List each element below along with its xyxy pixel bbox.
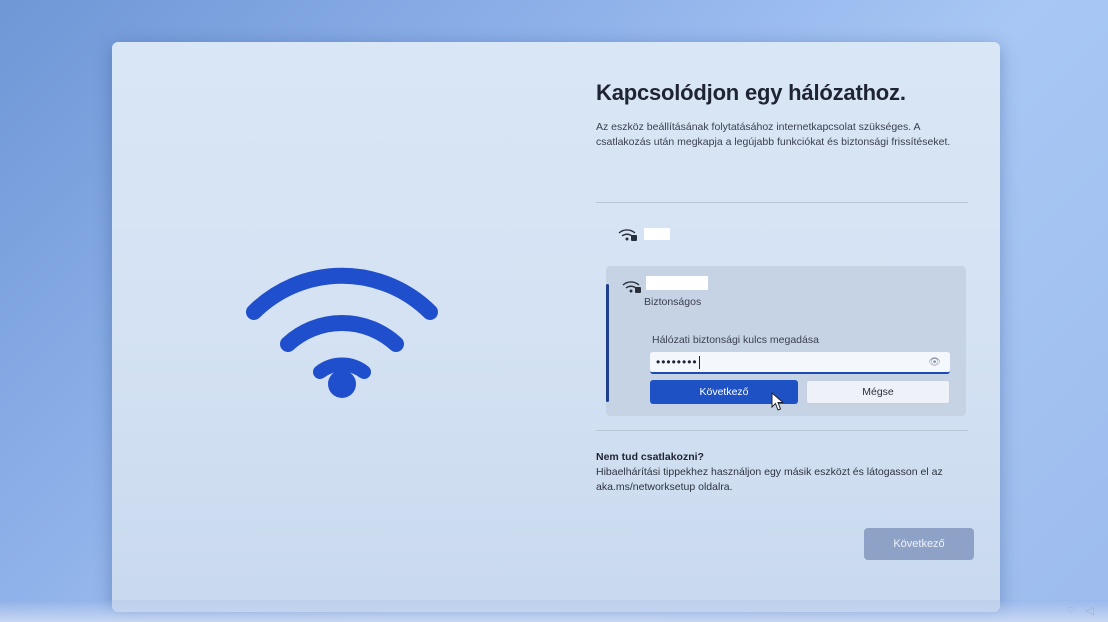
setup-panel: Kapcsolódjon egy hálózathoz. Az eszköz b…: [112, 42, 1000, 612]
system-tray: ⌔ ◁: [1065, 604, 1094, 618]
desktop-edge: [0, 600, 1108, 622]
key-label: Hálózati biztonsági kulcs megadása: [652, 334, 819, 346]
mouse-cursor-icon: [771, 392, 785, 411]
page-title: Kapcsolódjon egy hálózathoz.: [596, 80, 906, 105]
password-value: ••••••••: [656, 355, 698, 369]
reveal-password-icon[interactable]: 👁: [928, 357, 942, 368]
wifi-lock-icon: [622, 281, 641, 293]
cancel-button[interactable]: Mégse: [806, 380, 950, 404]
network-item[interactable]: [618, 226, 670, 242]
help-heading: Nem tud csatlakozni?: [596, 451, 704, 463]
network-name: [644, 228, 670, 240]
network-item-expanded[interactable]: Biztonságos Hálózati biztonsági kulcs me…: [606, 266, 966, 416]
divider: [596, 202, 968, 203]
divider: [596, 430, 968, 431]
help-text: Hibaelhárítási tippekhez használjon egy …: [596, 466, 943, 493]
next-button-bottom[interactable]: Következő: [864, 528, 974, 560]
selection-accent: [606, 284, 609, 402]
wifi-lock-icon: [618, 229, 637, 241]
password-input[interactable]: •••••••• 👁: [650, 352, 950, 374]
security-status: Biztonságos: [644, 296, 702, 308]
wifi-large-icon: [246, 267, 438, 398]
page-description: Az eszköz beállításának folytatásához in…: [596, 121, 951, 148]
network-tray-icon[interactable]: ⌔: [1065, 604, 1075, 618]
network-name: [646, 276, 708, 290]
help-section: Nem tud csatlakozni? Hibaelhárítási tipp…: [596, 450, 966, 495]
text-caret: [698, 355, 700, 369]
volume-tray-icon[interactable]: ◁: [1086, 604, 1094, 618]
